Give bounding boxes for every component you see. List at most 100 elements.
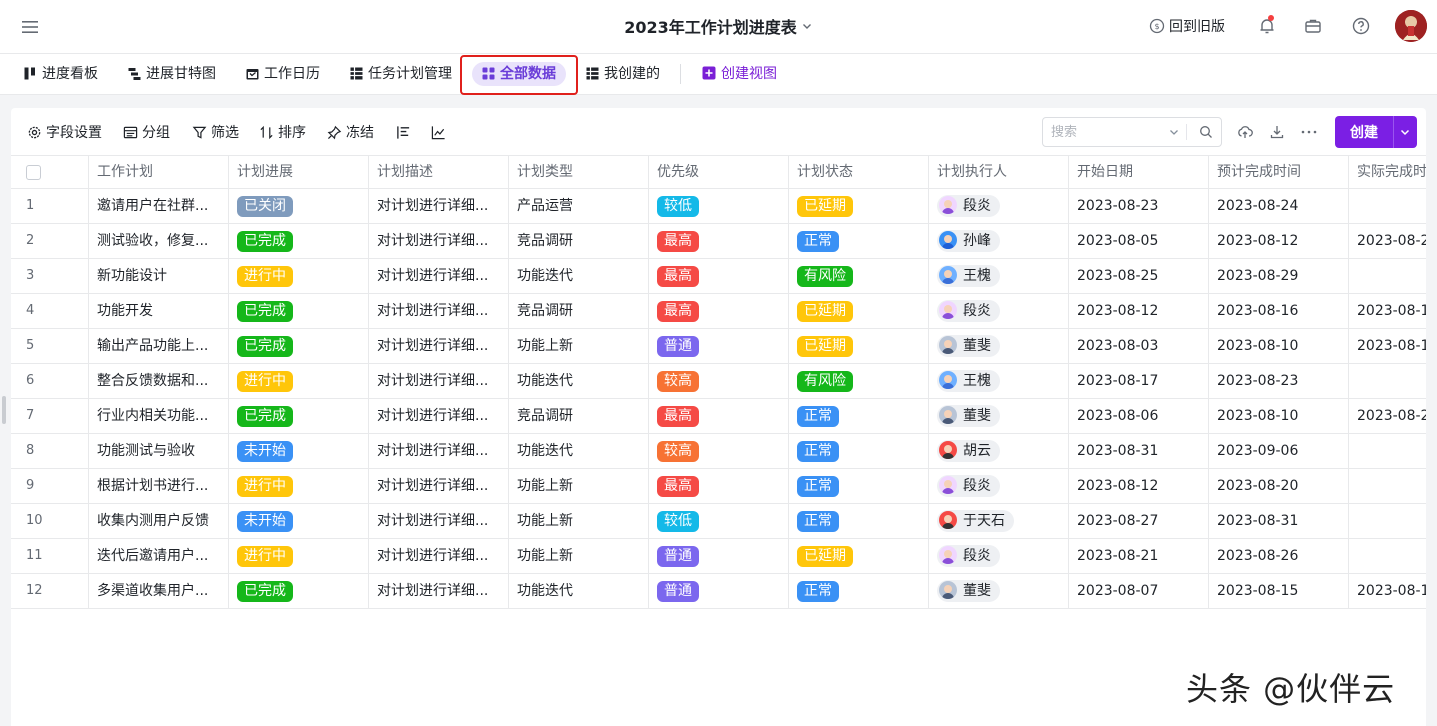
back-to-old-version-button[interactable]: $ 回到旧版 <box>1149 16 1225 36</box>
table-row[interactable]: 8 功能测试与验收 未开始 对计划进行详细... 功能迭代 较高 正常 胡云 2023-08-3… <box>11 434 1426 469</box>
tab-created-by-me[interactable]: 我创建的 <box>586 62 660 86</box>
help-icon[interactable] <box>1351 16 1371 36</box>
plan-cell[interactable]: 行业内相关功能... <box>89 399 229 433</box>
description-cell[interactable]: 对计划进行详细... <box>369 469 509 503</box>
start-date-cell[interactable]: 2023-08-05 <box>1069 224 1209 258</box>
owner-cell[interactable]: 王槐 <box>929 259 1069 293</box>
table-row[interactable]: 1 邀请用户在社群... 已关闭 对计划进行详细... 产品运营 较低 已延期 段炎 2023-… <box>11 189 1426 224</box>
due-date-cell[interactable]: 2023-08-26 <box>1209 539 1349 573</box>
freeze-button[interactable]: 冻结 <box>327 123 374 143</box>
column-header[interactable]: 计划类型 <box>509 156 649 188</box>
status-cell[interactable]: 已延期 <box>789 329 929 363</box>
due-date-cell[interactable]: 2023-08-10 <box>1209 399 1349 433</box>
search-icon[interactable] <box>1199 125 1213 139</box>
table-row[interactable]: 4 功能开发 已完成 对计划进行详细... 竞品调研 最高 已延期 段炎 2023-08-12 2… <box>11 294 1426 329</box>
table-row[interactable]: 12 多渠道收集用户... 已完成 对计划进行详细... 功能迭代 普通 正常 董斐 2023-… <box>11 574 1426 609</box>
plan-cell[interactable]: 收集内测用户反馈 <box>89 504 229 538</box>
description-cell[interactable]: 对计划进行详细... <box>369 224 509 258</box>
plan-cell[interactable]: 功能测试与验收 <box>89 434 229 468</box>
column-header[interactable]: 计划状态 <box>789 156 929 188</box>
actual-date-cell[interactable]: 2023-08-2 <box>1349 399 1426 433</box>
start-date-cell[interactable]: 2023-08-25 <box>1069 259 1209 293</box>
filter-button[interactable]: 筛选 <box>192 123 239 143</box>
progress-cell[interactable]: 已完成 <box>229 224 369 258</box>
due-date-cell[interactable]: 2023-08-29 <box>1209 259 1349 293</box>
sidebar-resize-handle[interactable] <box>2 396 6 424</box>
status-cell[interactable]: 正常 <box>789 469 929 503</box>
progress-cell[interactable]: 未开始 <box>229 434 369 468</box>
bell-icon[interactable] <box>1257 16 1277 36</box>
column-header[interactable]: 预计完成时间 <box>1209 156 1349 188</box>
owner-cell[interactable]: 段炎 <box>929 539 1069 573</box>
owner-cell[interactable]: 段炎 <box>929 294 1069 328</box>
priority-cell[interactable]: 最高 <box>649 294 789 328</box>
progress-cell[interactable]: 已完成 <box>229 329 369 363</box>
progress-cell[interactable]: 进行中 <box>229 539 369 573</box>
actual-date-cell[interactable]: 2023-08-1 <box>1349 294 1426 328</box>
table-row[interactable]: 11 迭代后邀请用户... 进行中 对计划进行详细... 功能上新 普通 已延期 段炎 2023… <box>11 539 1426 574</box>
progress-cell[interactable]: 进行中 <box>229 469 369 503</box>
tab-gantt[interactable]: 进展甘特图 <box>128 62 216 86</box>
due-date-cell[interactable]: 2023-08-10 <box>1209 329 1349 363</box>
type-cell[interactable]: 竞品调研 <box>509 224 649 258</box>
priority-cell[interactable]: 最高 <box>649 259 789 293</box>
description-cell[interactable]: 对计划进行详细... <box>369 434 509 468</box>
chevron-down-icon[interactable] <box>1398 125 1412 139</box>
owner-cell[interactable]: 胡云 <box>929 434 1069 468</box>
progress-cell[interactable]: 未开始 <box>229 504 369 538</box>
priority-cell[interactable]: 最高 <box>649 469 789 503</box>
description-cell[interactable]: 对计划进行详细... <box>369 189 509 223</box>
download-icon[interactable] <box>1269 124 1285 140</box>
sort-button[interactable]: 排序 <box>259 123 306 143</box>
upload-icon[interactable] <box>1237 124 1253 140</box>
priority-cell[interactable]: 较低 <box>649 189 789 223</box>
start-date-cell[interactable]: 2023-08-21 <box>1069 539 1209 573</box>
start-date-cell[interactable]: 2023-08-23 <box>1069 189 1209 223</box>
priority-cell[interactable]: 较高 <box>649 434 789 468</box>
type-cell[interactable]: 功能上新 <box>509 539 649 573</box>
owner-cell[interactable]: 王槐 <box>929 364 1069 398</box>
briefcase-icon[interactable] <box>1303 16 1323 36</box>
description-cell[interactable]: 对计划进行详细... <box>369 329 509 363</box>
actual-date-cell[interactable]: 2023-08-1 <box>1349 574 1426 608</box>
due-date-cell[interactable]: 2023-08-15 <box>1209 574 1349 608</box>
column-header[interactable]: 实际完成时间 <box>1349 156 1426 188</box>
description-cell[interactable]: 对计划进行详细... <box>369 399 509 433</box>
progress-cell[interactable]: 进行中 <box>229 259 369 293</box>
due-date-cell[interactable]: 2023-08-23 <box>1209 364 1349 398</box>
status-cell[interactable]: 已延期 <box>789 189 929 223</box>
tab-task-management[interactable]: 任务计划管理 <box>350 62 452 86</box>
table-row[interactable]: 7 行业内相关功能... 已完成 对计划进行详细... 竞品调研 最高 正常 董斐 2023-0… <box>11 399 1426 434</box>
actual-date-cell[interactable]: 2023-08-2 <box>1349 224 1426 258</box>
table-row[interactable]: 6 整合反馈数据和... 进行中 对计划进行详细... 功能迭代 较高 有风险 王槐 2023-… <box>11 364 1426 399</box>
column-header[interactable]: 计划进展 <box>229 156 369 188</box>
description-cell[interactable]: 对计划进行详细... <box>369 574 509 608</box>
plan-cell[interactable]: 根据计划书进行... <box>89 469 229 503</box>
column-header[interactable]: 计划描述 <box>369 156 509 188</box>
actual-date-cell[interactable] <box>1349 259 1426 293</box>
priority-cell[interactable]: 最高 <box>649 224 789 258</box>
plan-cell[interactable]: 邀请用户在社群... <box>89 189 229 223</box>
priority-cell[interactable]: 普通 <box>649 539 789 573</box>
status-cell[interactable]: 有风险 <box>789 259 929 293</box>
status-cell[interactable]: 正常 <box>789 504 929 538</box>
start-date-cell[interactable]: 2023-08-03 <box>1069 329 1209 363</box>
type-cell[interactable]: 功能迭代 <box>509 434 649 468</box>
type-cell[interactable]: 竞品调研 <box>509 399 649 433</box>
row-height-icon[interactable] <box>396 125 411 140</box>
owner-cell[interactable]: 董斐 <box>929 399 1069 433</box>
chart-icon[interactable] <box>431 125 446 140</box>
progress-cell[interactable]: 已关闭 <box>229 189 369 223</box>
status-cell[interactable]: 正常 <box>789 434 929 468</box>
plan-cell[interactable]: 多渠道收集用户... <box>89 574 229 608</box>
create-record-button[interactable]: 创建 <box>1335 116 1417 148</box>
select-all-checkbox[interactable] <box>26 165 41 180</box>
tab-progress-board[interactable]: 进度看板 <box>24 62 98 86</box>
plan-cell[interactable]: 整合反馈数据和... <box>89 364 229 398</box>
status-cell[interactable]: 正常 <box>789 399 929 433</box>
actual-date-cell[interactable] <box>1349 434 1426 468</box>
type-cell[interactable]: 功能迭代 <box>509 574 649 608</box>
create-view-button[interactable]: 创建视图 <box>702 62 777 86</box>
user-avatar[interactable] <box>1395 10 1427 42</box>
table-row[interactable]: 9 根据计划书进行... 进行中 对计划进行详细... 功能上新 最高 正常 段炎 2023-0… <box>11 469 1426 504</box>
